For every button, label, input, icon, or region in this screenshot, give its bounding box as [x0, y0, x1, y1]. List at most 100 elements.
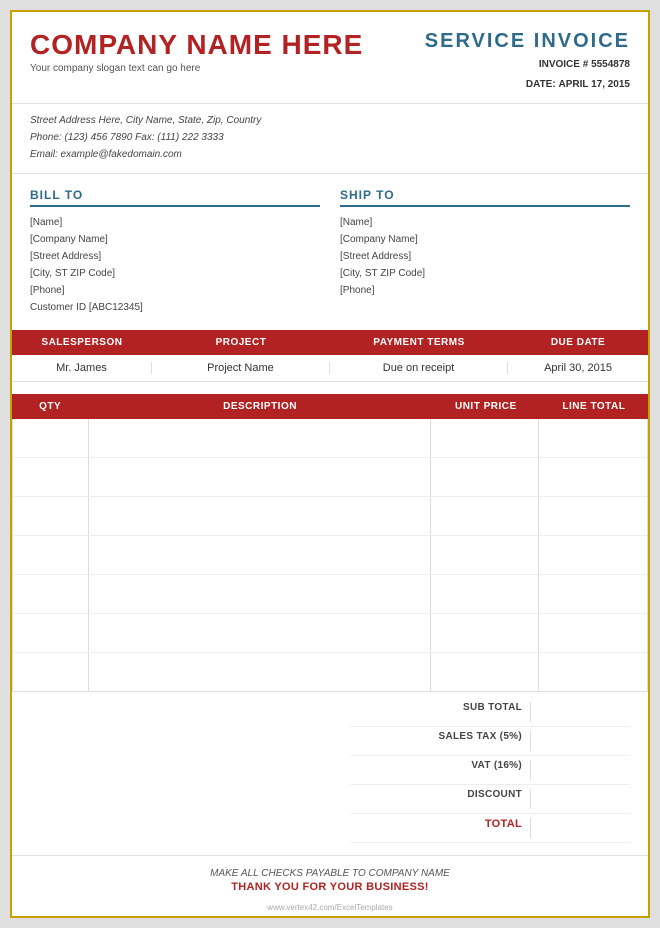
sales-tax-value [530, 731, 630, 751]
watermark: www.vertex42.com/ExcelTemplates [12, 903, 648, 916]
ship-to-name: [Name] [340, 214, 630, 231]
td-payment-terms: Due on receipt [330, 362, 508, 374]
invoice-number: INVOICE # 5554878 [425, 57, 630, 73]
item-desc-2 [89, 458, 431, 496]
vat-row: VAT (16%) [350, 756, 630, 785]
company-info-block: COMPANY NAME HERE Your company slogan te… [30, 30, 363, 74]
invoice-title-block: SERVICE INVOICE INVOICE # 5554878 DATE: … [425, 30, 630, 93]
totals-section: SUB TOTAL SALES TAX (5%) VAT (16%) DISCO… [12, 692, 648, 847]
item-unit-1 [431, 419, 539, 457]
item-total-3 [539, 497, 647, 535]
contact-address: Street Address Here, City Name, State, Z… [30, 112, 630, 129]
item-qty-5 [13, 575, 89, 613]
td-due-date: April 30, 2015 [508, 362, 648, 374]
item-total-2 [539, 458, 647, 496]
item-unit-7 [431, 653, 539, 691]
contact-info: Street Address Here, City Name, State, Z… [12, 104, 648, 174]
company-name: COMPANY NAME HERE [30, 30, 363, 61]
info-table-header: SALESPERSON PROJECT PAYMENT TERMS DUE DA… [12, 330, 648, 355]
sub-total-value [530, 702, 630, 722]
grand-total-label: TOTAL [350, 818, 530, 838]
bill-to-phone: [Phone] [30, 282, 320, 299]
table-row [13, 497, 647, 536]
sub-total-label: SUB TOTAL [350, 702, 530, 722]
bill-ship-section: BILL TO [Name] [Company Name] [Street Ad… [12, 174, 648, 330]
th-salesperson: SALESPERSON [12, 337, 152, 348]
item-desc-1 [89, 419, 431, 457]
item-desc-4 [89, 536, 431, 574]
invoice-title: SERVICE INVOICE [425, 30, 630, 53]
ih-line-total: LINE TOTAL [540, 401, 648, 412]
item-qty-4 [13, 536, 89, 574]
vat-label: VAT (16%) [350, 760, 530, 780]
bill-to-title: BILL TO [30, 188, 320, 207]
th-project: PROJECT [152, 337, 330, 348]
bill-to-company: [Company Name] [30, 231, 320, 248]
sales-tax-label: SALES TAX (5%) [350, 731, 530, 751]
ship-to-city: [City, ST ZIP Code] [340, 265, 630, 282]
item-total-1 [539, 419, 647, 457]
footer-checks-text: MAKE ALL CHECKS PAYABLE TO COMPANY NAME [22, 868, 638, 879]
ship-to-street: [Street Address] [340, 248, 630, 265]
ih-qty: QTY [12, 401, 88, 412]
item-total-4 [539, 536, 647, 574]
item-unit-5 [431, 575, 539, 613]
sub-total-row: SUB TOTAL [350, 698, 630, 727]
ih-description: DESCRIPTION [88, 401, 431, 412]
item-unit-2 [431, 458, 539, 496]
item-desc-5 [89, 575, 431, 613]
td-project: Project Name [152, 362, 330, 374]
grand-total-value [530, 818, 630, 838]
invoice-document: COMPANY NAME HERE Your company slogan te… [10, 10, 650, 918]
table-row [13, 419, 647, 458]
company-slogan: Your company slogan text can go here [30, 63, 363, 74]
info-table-row: Mr. James Project Name Due on receipt Ap… [12, 355, 648, 382]
ship-to-block: SHIP TO [Name] [Company Name] [Street Ad… [340, 188, 630, 316]
item-desc-3 [89, 497, 431, 535]
ih-unit-price: UNIT PRICE [432, 401, 540, 412]
ship-to-phone: [Phone] [340, 282, 630, 299]
bill-to-customer-id: Customer ID [ABC12345] [30, 299, 320, 316]
item-qty-2 [13, 458, 89, 496]
bill-to-block: BILL TO [Name] [Company Name] [Street Ad… [30, 188, 320, 316]
bill-to-street: [Street Address] [30, 248, 320, 265]
invoice-date: DATE: APRIL 17, 2015 [425, 77, 630, 93]
bill-to-city: [City, ST ZIP Code] [30, 265, 320, 282]
item-total-6 [539, 614, 647, 652]
discount-label: DISCOUNT [350, 789, 530, 809]
grand-total-row: TOTAL [350, 814, 630, 843]
item-desc-7 [89, 653, 431, 691]
th-payment-terms: PAYMENT TERMS [330, 337, 508, 348]
item-unit-3 [431, 497, 539, 535]
discount-row: DISCOUNT [350, 785, 630, 814]
item-qty-7 [13, 653, 89, 691]
item-total-5 [539, 575, 647, 613]
table-row [13, 458, 647, 497]
th-due-date: DUE DATE [508, 337, 648, 348]
item-qty-6 [13, 614, 89, 652]
item-qty-3 [13, 497, 89, 535]
table-row [13, 536, 647, 575]
contact-email: Email: example@fakedomain.com [30, 146, 630, 163]
table-row [13, 575, 647, 614]
discount-value [530, 789, 630, 809]
footer-thank-you: THANK YOU FOR YOUR BUSINESS! [22, 881, 638, 893]
item-unit-6 [431, 614, 539, 652]
contact-phone: Phone: (123) 456 7890 Fax: (111) 222 333… [30, 129, 630, 146]
item-total-7 [539, 653, 647, 691]
invoice-footer: MAKE ALL CHECKS PAYABLE TO COMPANY NAME … [12, 855, 648, 903]
td-salesperson: Mr. James [12, 362, 152, 374]
invoice-header: COMPANY NAME HERE Your company slogan te… [12, 12, 648, 104]
vat-value [530, 760, 630, 780]
bill-to-name: [Name] [30, 214, 320, 231]
item-unit-4 [431, 536, 539, 574]
item-qty-1 [13, 419, 89, 457]
table-row [13, 614, 647, 653]
ship-to-company: [Company Name] [340, 231, 630, 248]
table-row [13, 653, 647, 691]
sales-tax-row: SALES TAX (5%) [350, 727, 630, 756]
items-table-header: QTY DESCRIPTION UNIT PRICE LINE TOTAL [12, 394, 648, 419]
items-table-body [12, 419, 648, 692]
ship-to-title: SHIP TO [340, 188, 630, 207]
item-desc-6 [89, 614, 431, 652]
